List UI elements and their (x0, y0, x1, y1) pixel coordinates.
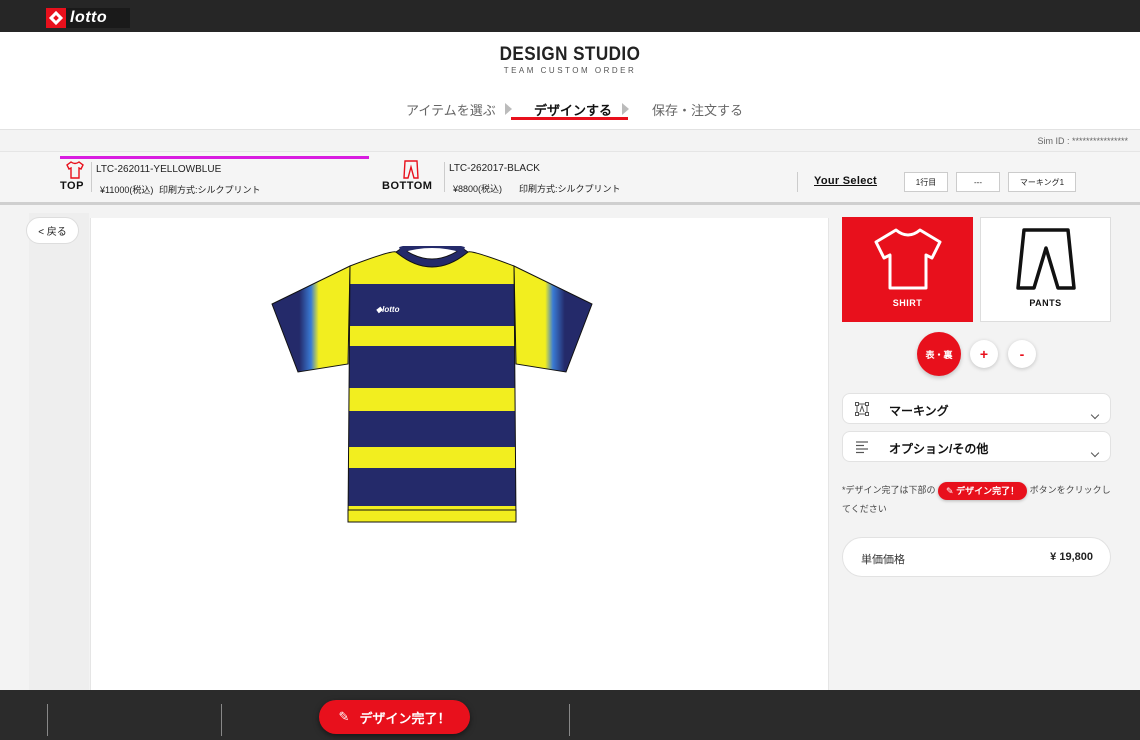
note-finish-pill: ✎ デザイン完了！ (938, 481, 1028, 500)
zoom-in-button[interactable]: + (970, 340, 998, 368)
lotto-diamond-icon (46, 8, 66, 28)
svg-text:◆lotto: ◆lotto (376, 305, 400, 314)
your-select-link[interactable]: Your Select (814, 175, 877, 187)
studio-header: DESIGN STUDIO TEAM CUSTOM ORDER アイテムを選ぶ … (0, 32, 1140, 130)
options-accordion[interactable]: オプション/その他 (842, 431, 1111, 462)
design-complete-button[interactable]: ✎ デザイン完了！ (319, 700, 470, 734)
marking-accordion[interactable]: マーキング (842, 393, 1111, 424)
back-button[interactable]: < 戻る (26, 217, 79, 244)
shirt-outline-icon (874, 228, 941, 290)
top-label: TOP (60, 180, 84, 192)
select-empty-button[interactable]: --- (956, 172, 1000, 192)
sim-id: Sim ID : **************** (1037, 136, 1128, 146)
divider (47, 704, 48, 736)
pen-icon: ✎ (338, 709, 350, 724)
top-selected-indicator (60, 156, 369, 159)
pants-outline-icon (1015, 228, 1076, 290)
shirt-preview[interactable]: ◆lotto (270, 246, 594, 524)
pants-type-label: PANTS (1029, 298, 1062, 308)
pen-icon: ✎ (946, 485, 954, 496)
bottom-item-code: LTC-262017-BLACK (449, 163, 540, 174)
chevron-down-icon (1090, 410, 1100, 420)
left-rail (29, 213, 89, 693)
design-complete-label: デザイン完了！ (359, 710, 451, 726)
logo-text: lotto (70, 9, 108, 26)
divider (569, 704, 570, 736)
divider (221, 704, 222, 736)
footer-bar: ✎ デザイン完了！ (0, 690, 1140, 740)
select-line-button[interactable]: 1行目 (904, 172, 948, 192)
top-bar: lotto (0, 0, 1140, 32)
chevron-down-icon (1090, 448, 1100, 458)
pants-type-tile[interactable]: PANTS (980, 217, 1111, 322)
step-arrow-icon (622, 103, 629, 115)
bottom-print-method: 印刷方式:シルクプリント (519, 184, 621, 194)
marking-icon (855, 402, 869, 416)
unit-price-box: 単価価格 ¥ 19,800 (842, 537, 1111, 577)
shirt-type-tile[interactable]: SHIRT (842, 217, 973, 322)
shirt-type-label: SHIRT (892, 298, 923, 308)
note-pill-label: デザイン完了！ (956, 485, 1020, 496)
selected-items-bar: TOP LTC-262011-YELLOWBLUE ¥11000(税込) 印刷方… (0, 151, 1140, 205)
step-arrow-icon (505, 103, 512, 115)
zoom-out-button[interactable]: - (1008, 340, 1036, 368)
tshirt-icon[interactable] (65, 161, 85, 179)
design-complete-note: *デザイン完了は下部の ✎ デザイン完了！ ボタンをクリックしてください (842, 481, 1112, 518)
bottom-label: BOTTOM (382, 180, 433, 192)
divider (444, 162, 445, 192)
marking-label: マーキング (889, 404, 949, 418)
top-print-method: 印刷方式:シルクプリント (159, 185, 261, 195)
pants-icon[interactable] (403, 160, 419, 180)
note-text-before: *デザイン完了は下部の (842, 485, 936, 495)
top-item-code: LTC-262011-YELLOWBLUE (96, 164, 222, 175)
bottom-item-price: ¥8800(税込) (453, 184, 503, 194)
step-save-order[interactable]: 保存・注文する (652, 100, 743, 119)
lotto-logo[interactable]: lotto (46, 8, 130, 28)
active-step-underline (511, 117, 628, 120)
divider (91, 162, 92, 192)
flip-front-back-button[interactable]: 表・裏 (917, 332, 961, 376)
step-select-item[interactable]: アイテムを選ぶ (406, 100, 496, 119)
page-subtitle: TEAM CUSTOM ORDER (503, 66, 637, 75)
page-title: DESIGN STUDIO (499, 44, 641, 65)
top-item-price: ¥11000(税込) (100, 185, 154, 195)
divider (797, 172, 798, 192)
unit-price-value: ¥ 19,800 (1050, 551, 1093, 563)
unit-price-label: 単価価格 (861, 554, 905, 566)
select-marking-button[interactable]: マーキング1 (1008, 172, 1076, 192)
options-list-icon (856, 441, 868, 454)
options-label: オプション/その他 (889, 442, 989, 456)
